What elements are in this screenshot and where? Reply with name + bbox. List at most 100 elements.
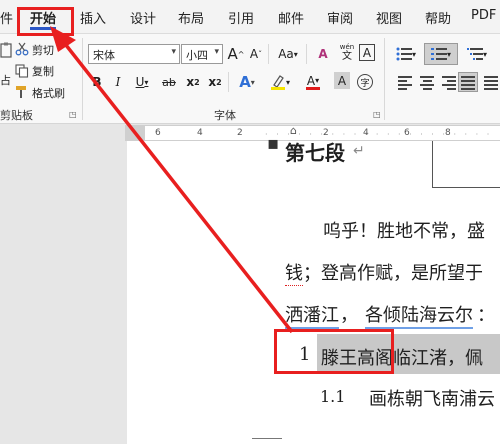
menu-pdf[interactable]: PDF — [471, 8, 496, 23]
subscript-button[interactable]: x2 — [184, 72, 202, 92]
ruler-number: 4 — [197, 128, 203, 138]
grow-font-label: A — [227, 45, 238, 63]
scissors-icon[interactable] — [14, 39, 30, 59]
menu-design[interactable]: 设计 — [130, 8, 156, 27]
text-frame[interactable] — [432, 141, 500, 188]
font-color-label: A — [306, 73, 316, 88]
font-color-button[interactable]: A ▾ — [300, 72, 326, 92]
paragraph-line[interactable]: 呜乎！胜地不常，盛 — [323, 217, 485, 243]
divider — [306, 44, 307, 64]
sublist-number[interactable]: 1.1 — [320, 387, 345, 406]
copy-icon[interactable] — [14, 61, 30, 81]
paragraph-line[interactable]: ；登高作赋，是所望于 — [303, 259, 483, 285]
ruler-margin — [125, 126, 145, 140]
phonetic-guide-button[interactable]: wén 文 — [338, 42, 356, 62]
superscript-label: x — [208, 75, 217, 89]
multilevel-list-button[interactable]: ▾ — [462, 44, 492, 64]
menu-help[interactable]: 帮助 — [425, 8, 451, 27]
align-right-icon[interactable] — [442, 76, 456, 90]
sublist-item-text[interactable]: 画栋朝飞南浦云 — [369, 385, 495, 411]
font-color-swatch — [306, 86, 320, 90]
clipboard-group-label: 剪贴板 — [0, 109, 33, 122]
chevron-down-icon[interactable]: ▾ — [171, 47, 176, 57]
shrink-font-button[interactable]: Aˇ — [248, 44, 264, 64]
paragraph-mark-icon: ↵ — [353, 143, 365, 159]
superscript-button[interactable]: x2 — [206, 72, 224, 92]
justify-button[interactable] — [458, 72, 478, 92]
align-center-icon[interactable] — [420, 76, 434, 90]
align-left-icon[interactable] — [398, 76, 412, 90]
menu-review[interactable]: 审阅 — [327, 8, 353, 27]
annotation-box-home-tab — [17, 7, 74, 36]
italic-button[interactable]: I — [110, 72, 126, 92]
ruler-number: 2 — [237, 128, 243, 138]
menu-bar: 件 开始 插入 设计 布局 引用 邮件 审阅 视图 帮助 PDF — [0, 0, 500, 34]
enclose-characters-button[interactable]: 字 — [356, 72, 374, 92]
grow-font-button[interactable]: A ^ — [227, 44, 245, 64]
clear-formatting-button[interactable]: A — [314, 44, 332, 64]
highlighter-icon — [270, 75, 285, 90]
menu-references[interactable]: 引用 — [228, 8, 254, 27]
font-name-value: 宋体 — [93, 49, 115, 62]
justify-icon — [461, 76, 475, 90]
ribbon: 占 剪切 复制 格式刷 剪贴板 ◳ 宋体 ▾ 小四 ▾ A ^ Aˇ Aa ▾ A … — [0, 34, 500, 124]
font-size-value: 小四 — [186, 49, 208, 62]
copy-button[interactable]: 复制 — [32, 63, 54, 79]
menu-file[interactable]: 件 — [0, 8, 13, 27]
chevron-down-icon[interactable]: ▾ — [214, 47, 219, 57]
numbering-button[interactable]: ▾ — [424, 43, 458, 65]
italic-label: I — [115, 75, 121, 89]
font-size-combo[interactable]: 小四 ▾ — [181, 44, 223, 64]
group-divider — [384, 38, 385, 120]
superscript-mark: 2 — [216, 77, 222, 87]
underline-button[interactable]: U ▾ — [130, 72, 154, 92]
bullets-button[interactable]: ▾ — [392, 44, 420, 64]
font-group-label: 字体 — [214, 109, 236, 122]
cut-button[interactable]: 剪切 — [32, 42, 54, 58]
paragraph-punct[interactable]: ， — [340, 301, 358, 327]
highlight-color-button[interactable]: ▾ — [266, 72, 294, 92]
enclose-characters-label: 字 — [357, 74, 373, 90]
font-name-combo[interactable]: 宋体 ▾ — [88, 44, 180, 64]
paragraph-word[interactable]: 各倾陆海云尔 — [365, 301, 473, 329]
clipboard-dialog-launcher-icon[interactable]: ◳ — [69, 110, 77, 119]
paragraph-word[interactable]: 洒潘江 — [285, 301, 339, 329]
menu-insert[interactable]: 插入 — [80, 8, 106, 27]
page-corner-mark — [252, 438, 282, 439]
shrink-font-label: A — [249, 47, 259, 61]
character-shading-button[interactable]: A — [334, 72, 350, 89]
font-dialog-launcher-icon[interactable]: ◳ — [373, 110, 381, 119]
clear-formatting-label: A — [318, 47, 328, 61]
character-border-label: A — [362, 45, 372, 60]
format-painter-button[interactable]: 格式刷 — [32, 85, 65, 101]
paste-icon[interactable] — [0, 40, 12, 60]
text-effects-button[interactable]: A ▾ — [234, 72, 260, 92]
format-painter-icon[interactable] — [14, 82, 30, 102]
strikethrough-button[interactable]: ab — [158, 72, 180, 92]
annotation-box-list-item — [274, 329, 394, 374]
document-page[interactable]: ▪ 第七段 ↵ 呜乎！胜地不常，盛 钱 ；登高作赋，是所望于 洒潘江 ， 各倾陆… — [127, 133, 500, 444]
ruler-number: 6 — [155, 128, 161, 138]
phonetic-bottom: 文 — [342, 51, 352, 62]
character-border-button[interactable]: A — [359, 44, 375, 61]
menu-view[interactable]: 视图 — [376, 8, 402, 27]
underline-label: U — [135, 75, 145, 89]
distributed-icon[interactable] — [484, 76, 498, 90]
paste-label[interactable]: 占 — [0, 72, 11, 88]
paragraph-word[interactable]: 钱 — [285, 259, 303, 286]
numbering-icon — [430, 48, 447, 60]
bold-button[interactable]: B — [88, 72, 106, 92]
group-divider — [82, 38, 83, 120]
document-heading[interactable]: 第七段 — [285, 137, 345, 166]
bullets-icon — [396, 47, 412, 61]
heading-marker: ▪ — [267, 133, 280, 154]
paragraph-punct[interactable]: ： — [477, 301, 495, 327]
bold-label: B — [92, 75, 102, 89]
menu-layout[interactable]: 布局 — [178, 8, 204, 27]
change-case-button[interactable]: Aa ▾ — [274, 44, 302, 64]
menu-mailings[interactable]: 邮件 — [278, 8, 304, 27]
divider — [268, 44, 269, 64]
multilevel-list-icon — [466, 48, 483, 60]
divider — [228, 72, 229, 92]
text-effects-label: A — [239, 73, 251, 91]
